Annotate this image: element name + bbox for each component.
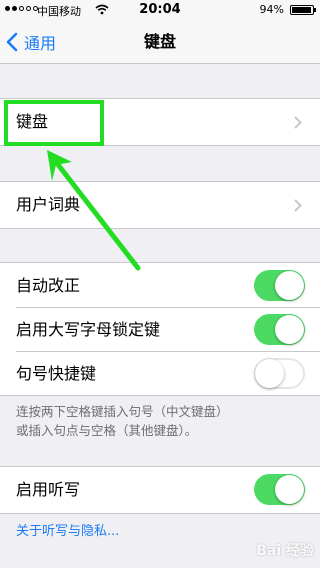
period-shortcut-toggle[interactable] bbox=[254, 358, 305, 389]
period-shortcut-label: 句号快捷键 bbox=[16, 364, 97, 383]
auto-correct-toggle[interactable] bbox=[254, 270, 305, 301]
watermark-logo: Bai 经验 bbox=[256, 543, 314, 559]
dictation-privacy-link[interactable]: 关于听写与隐私... bbox=[16, 520, 119, 539]
toggle-knob bbox=[255, 359, 284, 388]
back-button[interactable]: 通用 bbox=[6, 20, 56, 64]
footnote-line-1: 连按两下空格键插入句号（中文键盘） bbox=[16, 404, 229, 419]
navigation-bar: 通用 键盘 bbox=[0, 20, 320, 64]
battery-icon bbox=[290, 5, 316, 15]
toggle-knob bbox=[275, 271, 304, 300]
back-button-label: 通用 bbox=[24, 34, 57, 53]
keyboard-options-group: 自动改正 启用大写字母锁定键 句号快捷键 bbox=[0, 262, 320, 396]
toggle-knob bbox=[275, 475, 304, 504]
battery-fill bbox=[292, 7, 311, 13]
footnote-line-2: 或插入句点与空格（其他键盘）。 bbox=[16, 423, 198, 438]
back-chevron-icon bbox=[6, 32, 18, 52]
period-shortcut-footnote: 连按两下空格键插入句号（中文键盘） 或插入句点与空格（其他键盘）。 bbox=[16, 402, 312, 440]
user-dictionary-cell[interactable]: 用户词典 bbox=[0, 181, 320, 229]
annotation-highlight-box bbox=[4, 100, 104, 146]
dictation-cell: 启用听写 bbox=[0, 466, 320, 514]
battery-percent: 94% bbox=[259, 3, 284, 16]
caps-lock-toggle[interactable] bbox=[254, 314, 305, 345]
toggle-knob bbox=[275, 315, 304, 344]
dictation-label: 启用听写 bbox=[16, 480, 81, 499]
disclosure-chevron-icon bbox=[294, 116, 302, 129]
caps-lock-label: 启用大写字母锁定键 bbox=[16, 320, 161, 339]
dictation-toggle[interactable] bbox=[254, 474, 305, 505]
user-dictionary-label: 用户词典 bbox=[16, 195, 81, 214]
disclosure-chevron-icon bbox=[294, 199, 302, 212]
status-bar: 中国移动 20:04 94% bbox=[0, 0, 320, 20]
auto-correct-label: 自动改正 bbox=[16, 276, 81, 295]
